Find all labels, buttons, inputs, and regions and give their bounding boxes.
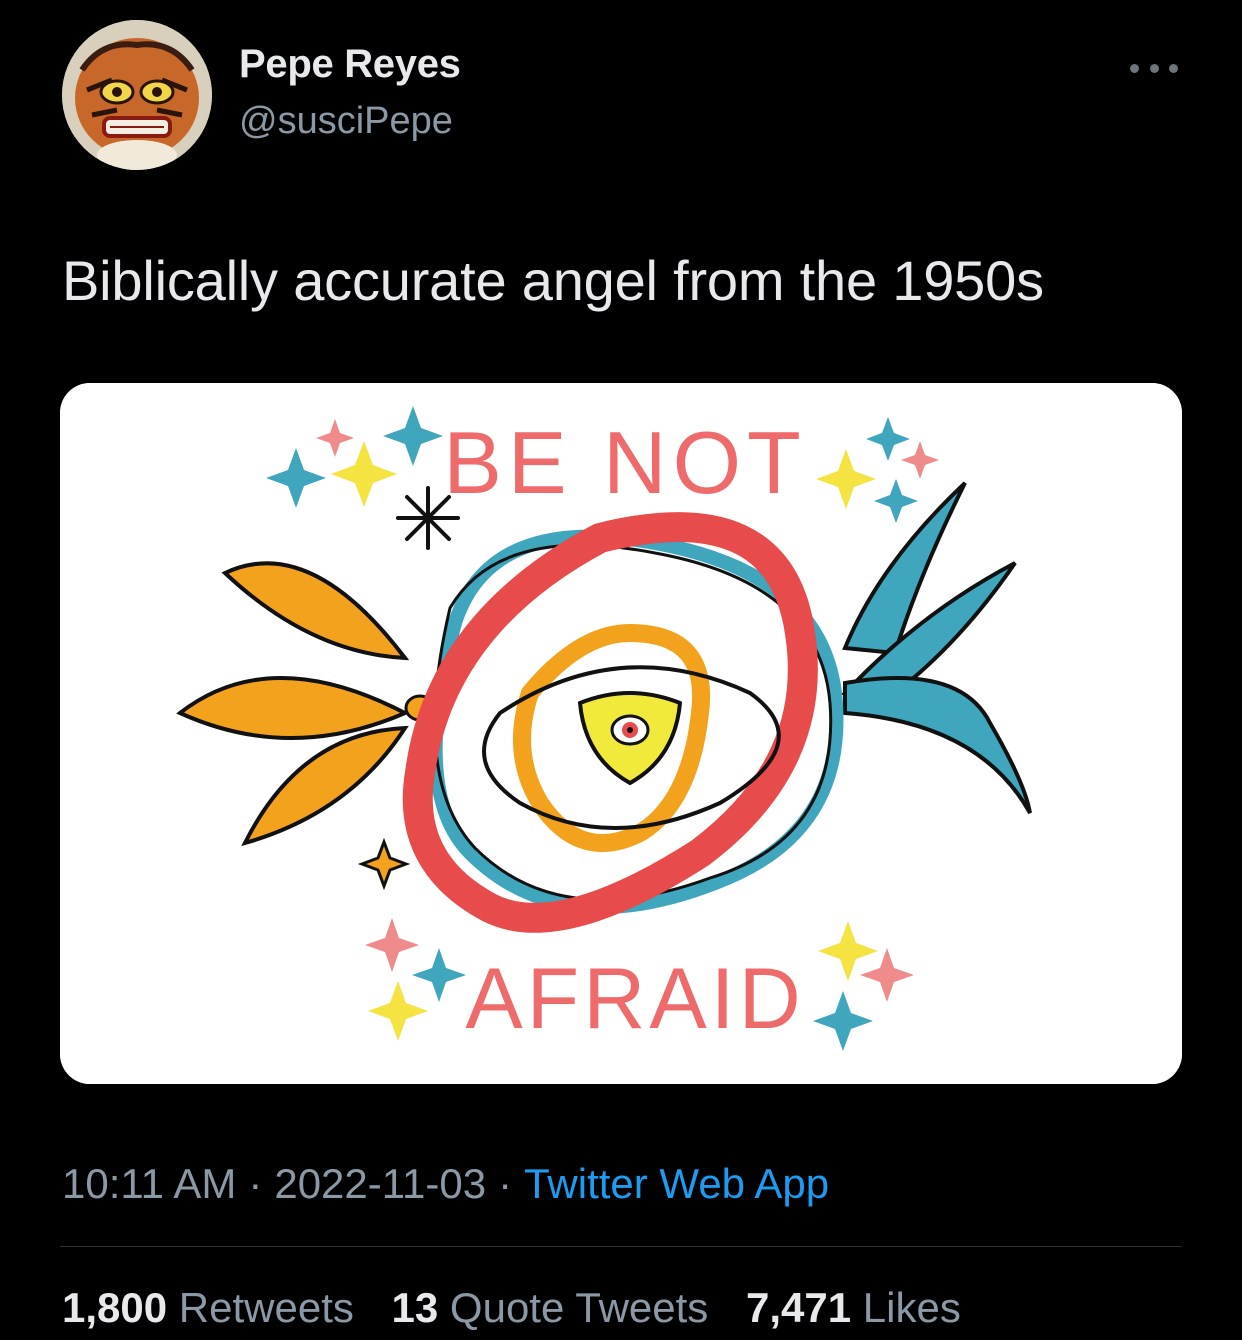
tweet-text: Biblically accurate angel from the 1950s	[62, 249, 1044, 312]
retweets-stat[interactable]: 1,800 Retweets	[62, 1284, 354, 1331]
image-title-top: BE NOT	[443, 413, 807, 512]
display-name[interactable]: Pepe Reyes	[239, 42, 461, 87]
quote-tweets-count: 13	[391, 1284, 439, 1331]
avatar[interactable]	[62, 20, 212, 170]
more-options-icon[interactable]	[1130, 58, 1178, 78]
more-dot	[1149, 63, 1159, 73]
retweets-label: Retweets	[178, 1284, 354, 1331]
meta-separator: ·	[248, 1160, 263, 1207]
tweet-source-link[interactable]: Twitter Web App	[524, 1160, 829, 1207]
retweets-count: 1,800	[62, 1284, 168, 1331]
meta-separator: ·	[498, 1160, 513, 1207]
more-dot	[1169, 63, 1178, 73]
user-handle[interactable]: @susciPepe	[239, 100, 453, 143]
quote-tweets-stat[interactable]: 13 Quote Tweets	[392, 1284, 709, 1331]
more-dot	[1130, 63, 1139, 73]
tweet-media-image[interactable]: BE NOT AFRAID	[60, 383, 1182, 1084]
be-not-afraid-illustration: BE NOT AFRAID	[60, 383, 1182, 1084]
image-title-bottom: AFRAID	[465, 951, 804, 1047]
tiger-avatar-image	[62, 20, 212, 170]
tweet-stats: 1,800 Retweets 13 Quote Tweets 7,471 Lik…	[62, 1284, 987, 1332]
tweet-time[interactable]: 10:11 AM	[62, 1160, 236, 1207]
tweet-date[interactable]: 2022-11-03	[274, 1160, 486, 1207]
divider	[60, 1246, 1182, 1247]
likes-label: Likes	[862, 1284, 961, 1331]
likes-stat[interactable]: 7,471 Likes	[746, 1284, 961, 1331]
likes-count: 7,471	[745, 1284, 852, 1331]
tweet-metadata: 10:11 AM · 2022-11-03 · Twitter Web App	[62, 1160, 829, 1208]
quote-tweets-label: Quote Tweets	[449, 1284, 709, 1331]
